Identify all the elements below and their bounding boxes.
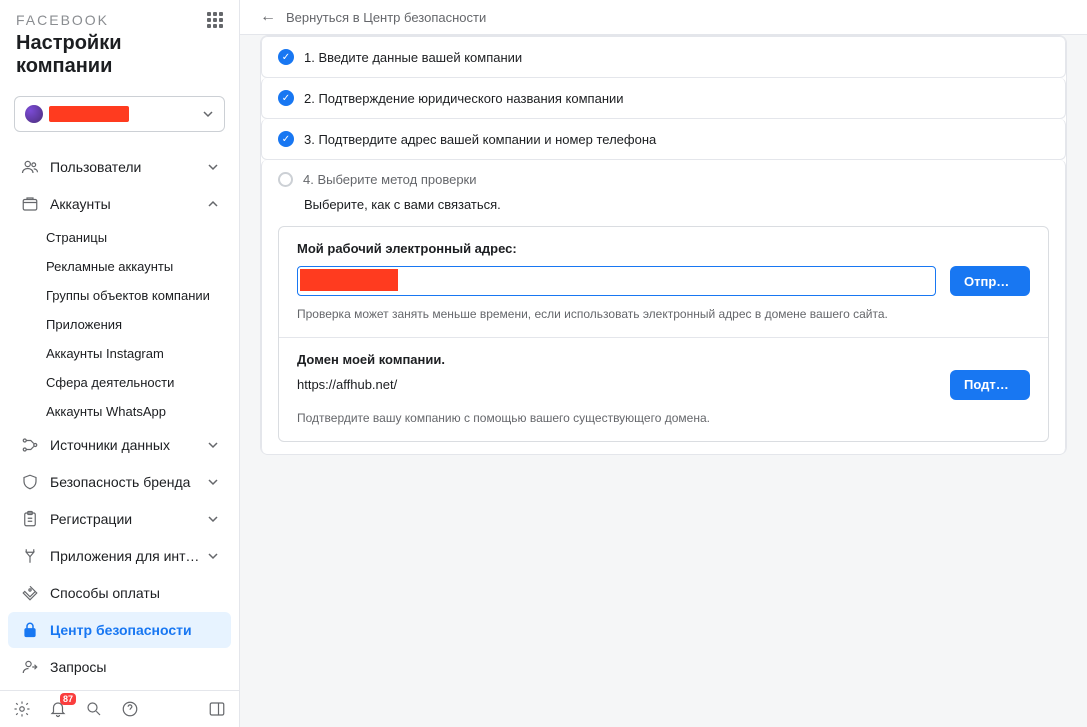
sidebar-item-registrations[interactable]: Регистрации [8,501,231,537]
sidebar-item-data-sources[interactable]: Источники данных [8,427,231,463]
sidebar-sub-apps[interactable]: Приложения [8,310,231,339]
domain-hint: Подтвердите вашу компанию с помощью ваше… [297,410,1030,427]
confirm-domain-button[interactable]: Подтве… [950,370,1030,400]
search-button[interactable] [84,699,104,719]
domain-section-label: Домен моей компании. [297,352,445,367]
lock-icon [20,620,40,640]
back-link-label: Вернуться в Центр безопасности [286,10,486,25]
sidebar-item-label: Источники данных [50,437,207,453]
sidebar-item-label: Запросы [50,659,219,675]
sidebar-item-label: Способы оплаты [50,585,219,601]
page-title: Настройки компании [16,32,223,78]
sidebar-sub-ad-accounts[interactable]: Рекламные аккаунты [8,252,231,281]
sidebar-sub-business-line[interactable]: Сфера деятельности [8,368,231,397]
chevron-down-icon [207,513,219,525]
domain-url: https://affhub.net/ [297,377,445,392]
step-subtitle: Выберите, как с вами связаться. [304,197,1049,212]
shield-icon [20,472,40,492]
check-icon: ✓ [278,49,294,65]
send-email-button[interactable]: Отправ… [950,266,1030,296]
settings-button[interactable] [12,699,32,719]
sidebar-item-accounts[interactable]: Аккаунты [8,186,231,222]
integration-icon [20,546,40,566]
sidebar-item-label: Приложения для интег… [50,548,207,564]
tag-icon [20,583,40,603]
account-name-redacted [49,106,129,122]
chevron-down-icon [207,439,219,451]
step-title: 1. Введите данные вашей компании [304,50,522,65]
step-title: 4. Выберите метод проверки [303,172,477,187]
chevron-down-icon [207,550,219,562]
sidebar-sub-instagram[interactable]: Аккаунты Instagram [8,339,231,368]
sidebar-item-payment[interactable]: Способы оплаты [8,575,231,611]
data-sources-icon [20,435,40,455]
sidebar-item-label: Регистрации [50,511,207,527]
help-button[interactable] [120,699,140,719]
step-title: 3. Подтвердите адрес вашей компании и но… [304,132,656,147]
chevron-up-icon [207,198,219,210]
sidebar-item-label: Аккаунты [50,196,207,212]
sidebar-item-integrations[interactable]: Приложения для интег… [8,538,231,574]
sidebar-item-security-center[interactable]: Центр безопасности [8,612,231,648]
email-section-label: Мой рабочий электронный адрес: [297,241,1030,256]
account-avatar [25,105,43,123]
radio-unchecked-icon [278,172,293,187]
sidebar-item-requests[interactable]: Запросы [8,649,231,685]
sidebar-sub-pages[interactable]: Страницы [8,223,231,252]
check-icon: ✓ [278,131,294,147]
sidebar-item-label: Пользователи [50,159,207,175]
step-3[interactable]: ✓ 3. Подтвердите адрес вашей компании и … [261,119,1066,160]
accounts-icon [20,194,40,214]
step-4: 4. Выберите метод проверки Выберите, как… [261,160,1066,454]
back-link[interactable]: ← Вернуться в Центр безопасности [240,0,1087,35]
clipboard-icon [20,509,40,529]
users-icon [20,157,40,177]
sidebar-item-label: Безопасность бренда [50,474,207,490]
sidebar-sub-asset-groups[interactable]: Группы объектов компании [8,281,231,310]
email-input[interactable] [297,266,936,296]
chevron-down-icon [207,161,219,173]
arrow-left-icon: ← [260,8,276,26]
apps-menu-icon[interactable] [207,12,223,28]
step-1[interactable]: ✓ 1. Введите данные вашей компании [261,36,1066,78]
notifications-button[interactable]: 87 [48,699,68,719]
brand-logo: FACEBOOK [16,12,109,28]
email-hint: Проверка может занять меньше времени, ес… [297,306,1030,323]
sidebar-sub-whatsapp[interactable]: Аккаунты WhatsApp [8,397,231,426]
email-value-redacted [300,269,398,291]
notification-badge: 87 [60,693,76,705]
step-title: 2. Подтверждение юридического названия к… [304,91,624,106]
check-icon: ✓ [278,90,294,106]
step-2[interactable]: ✓ 2. Подтверждение юридического названия… [261,78,1066,119]
chevron-down-icon [202,108,214,120]
chevron-down-icon [207,476,219,488]
panel-toggle-button[interactable] [207,699,227,719]
person-arrow-icon [20,657,40,677]
sidebar-item-users[interactable]: Пользователи [8,149,231,185]
sidebar-item-brand-safety[interactable]: Безопасность бренда [8,464,231,500]
sidebar-item-label: Центр безопасности [50,622,219,638]
account-selector[interactable] [14,96,225,132]
